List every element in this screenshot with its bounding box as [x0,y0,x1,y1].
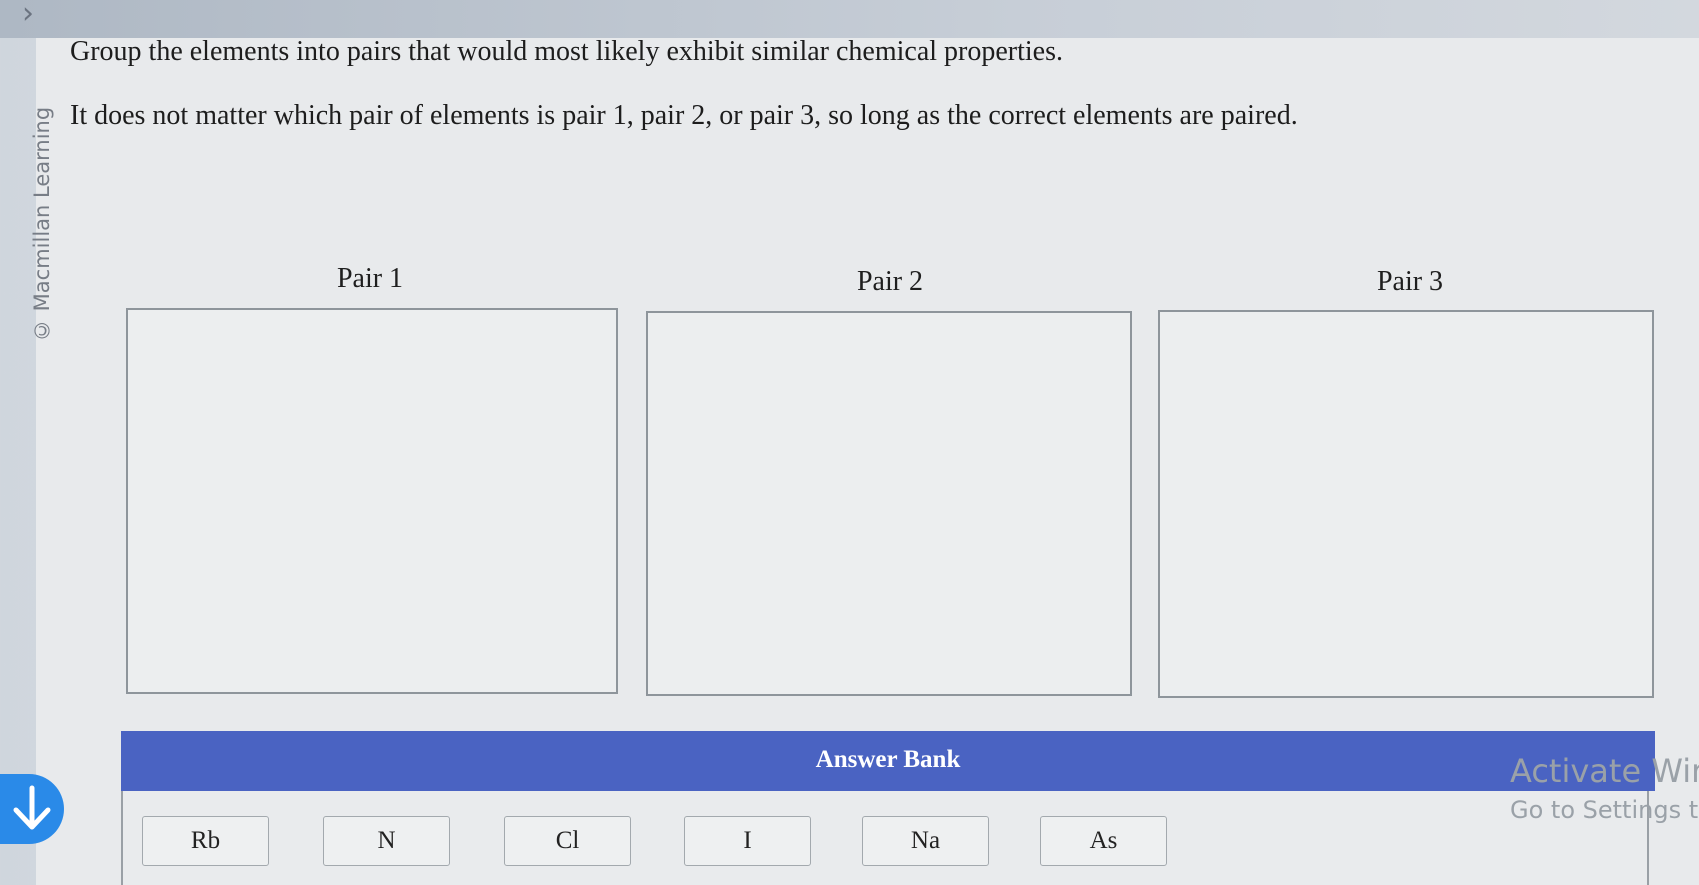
pair-3-label: Pair 3 [1376,266,1444,297]
answer-tile-i[interactable]: I [684,816,811,866]
activate-windows-title: Activate Wir [1510,752,1699,790]
copyright-watermark: © Macmillan Learning [30,106,54,342]
chevron-right-icon[interactable]: › [22,0,34,31]
instruction-line-1: Group the elements into pairs that would… [70,36,1064,67]
answer-bank-header: Answer Bank [121,731,1655,791]
pair-1-label: Pair 1 [336,263,404,294]
answer-tile-n[interactable]: N [323,816,450,866]
answer-bank-title: Answer Bank [815,746,961,773]
instruction-line-2: It does not matter which pair of element… [70,100,1298,131]
top-strip [0,0,1699,38]
pair-2-label: Pair 2 [856,266,924,297]
answer-tile-as[interactable]: As [1040,816,1167,866]
answer-tile-na[interactable]: Na [862,816,989,866]
answer-tile-cl[interactable]: Cl [504,816,631,866]
pair-3-dropzone[interactable] [1158,310,1654,698]
pair-2-dropzone[interactable] [646,311,1132,696]
activate-windows-subtitle: Go to Settings to [1510,796,1699,824]
pair-1-dropzone[interactable] [126,308,618,694]
arrow-down-icon [13,785,51,830]
answer-tile-rb[interactable]: Rb [142,816,269,866]
